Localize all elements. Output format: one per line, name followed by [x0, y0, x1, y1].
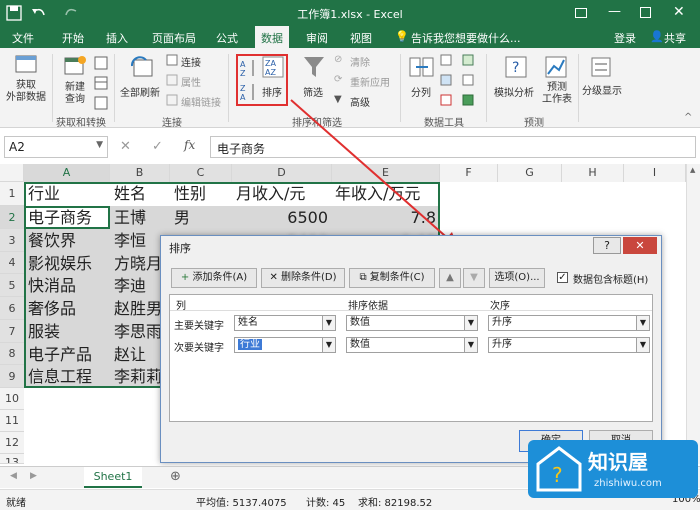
- chevron-down-icon: ▼: [636, 338, 649, 352]
- primary-order-select[interactable]: 升序 ▼: [488, 315, 650, 331]
- add-level-button[interactable]: + 添加条件(A): [171, 268, 257, 288]
- svg-text:?: ?: [552, 463, 563, 487]
- sort-levels-list: 列 排序依据 次序 主要关键字 姓名 ▼ 数值 ▼ 升序 ▼ 次要关键字 行业 ▼ 数值…: [169, 294, 653, 422]
- add-icon: +: [180, 272, 190, 283]
- next-sheet-icon[interactable]: ▶: [30, 471, 37, 481]
- add-level-label: 添加条件(A): [192, 272, 248, 283]
- prev-sheet-icon[interactable]: ◀: [10, 471, 17, 481]
- watermark-logo: ? 知识屋 zhishiwu.com: [528, 440, 698, 498]
- primary-sort-on-select[interactable]: 数值 ▼: [346, 315, 478, 331]
- secondary-column-value: 行业: [238, 339, 262, 350]
- status-count: 计数: 45: [306, 498, 346, 509]
- primary-order-value: 升序: [492, 317, 512, 328]
- primary-column-value: 姓名: [238, 317, 258, 328]
- status-sum: 求和: 82198.52: [358, 498, 433, 509]
- has-headers-label: 数据包含标题(H): [573, 275, 649, 286]
- delete-icon: ✕: [269, 272, 278, 283]
- move-up-icon: ▲: [446, 272, 454, 283]
- move-down-button[interactable]: ▼: [463, 268, 485, 288]
- watermark-text: 知识屋: [588, 450, 648, 474]
- delete-level-button[interactable]: ✕ 删除条件(D): [261, 268, 345, 288]
- watermark-house-icon: ?: [536, 446, 582, 492]
- move-up-button[interactable]: ▲: [439, 268, 461, 288]
- secondary-sort-on-select[interactable]: 数值 ▼: [346, 337, 478, 353]
- primary-key-label: 主要关键字: [174, 321, 224, 332]
- sort-on-header: 排序依据: [348, 301, 388, 312]
- sheet-tab-sheet1[interactable]: Sheet1: [84, 467, 142, 488]
- secondary-sort-on-value: 数值: [350, 339, 370, 350]
- has-headers-checkbox[interactable]: ✓: [557, 272, 568, 283]
- status-ready: 就绪: [6, 498, 26, 509]
- column-header: 列: [176, 301, 186, 312]
- move-down-icon: ▼: [470, 272, 478, 283]
- dialog-close-button[interactable]: ✕: [623, 237, 657, 254]
- copy-icon: ⧉: [359, 272, 367, 283]
- secondary-order-select[interactable]: 升序 ▼: [488, 337, 650, 353]
- chevron-down-icon: ▼: [322, 316, 335, 330]
- order-header: 次序: [490, 301, 510, 312]
- dialog-title: 排序: [169, 242, 191, 255]
- secondary-order-value: 升序: [492, 339, 512, 350]
- copy-level-button[interactable]: ⧉ 复制条件(C): [349, 268, 435, 288]
- chevron-down-icon: ▼: [636, 316, 649, 330]
- chevron-down-icon: ▼: [322, 338, 335, 352]
- watermark-url: zhishiwu.com: [594, 478, 662, 489]
- status-average: 平均值: 5137.4075: [196, 498, 287, 509]
- chevron-down-icon: ▼: [464, 338, 477, 352]
- help-button[interactable]: ?: [593, 237, 621, 254]
- copy-level-label: 复制条件(C): [369, 272, 425, 283]
- secondary-column-select[interactable]: 行业 ▼: [234, 337, 336, 353]
- add-sheet-icon[interactable]: ⊕: [170, 469, 181, 484]
- options-button[interactable]: 选项(O)...: [489, 268, 545, 288]
- primary-column-select[interactable]: 姓名 ▼: [234, 315, 336, 331]
- sort-dialog: 排序 ? ✕ + 添加条件(A) ✕ 删除条件(D) ⧉ 复制条件(C) ▲ ▼…: [160, 235, 662, 463]
- primary-sort-on-value: 数值: [350, 317, 370, 328]
- delete-level-label: 删除条件(D): [281, 272, 337, 283]
- secondary-key-label: 次要关键字: [174, 343, 224, 354]
- chevron-down-icon: ▼: [464, 316, 477, 330]
- levels-header: [170, 295, 652, 311]
